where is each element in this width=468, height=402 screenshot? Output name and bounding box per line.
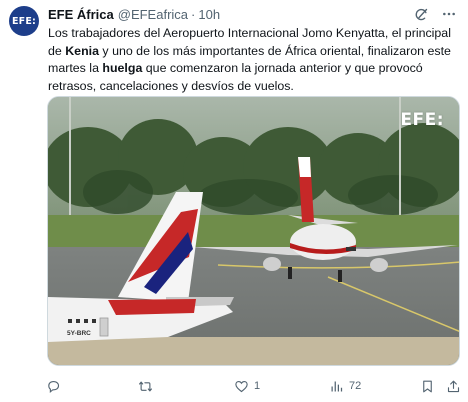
airport-photo: 5Y-BRC (48, 97, 459, 365)
tweet-text: Los trabajadores del Aeropuerto Internac… (48, 25, 460, 95)
plane-registration: 5Y-BRC (67, 330, 91, 337)
tweet-actions: 1 72 (46, 376, 460, 396)
retweet-icon (139, 381, 152, 391)
author-name[interactable]: EFE África (48, 7, 114, 22)
tweet-header: EFE África @EFEafrica · 10h (48, 6, 220, 22)
author-handle[interactable]: @EFEafrica (118, 7, 188, 22)
views-button[interactable]: 72 (329, 379, 361, 394)
reply-button[interactable] (46, 379, 66, 394)
avatar[interactable]: EFE: (9, 6, 39, 36)
tweet-photo[interactable]: 5Y-BRC EFE: (47, 96, 460, 366)
bookmark-button[interactable] (420, 379, 435, 394)
like-button[interactable]: 1 (234, 379, 260, 394)
share-button[interactable] (446, 379, 461, 394)
share-icon (447, 380, 460, 392)
more-icon[interactable] (440, 5, 458, 23)
header-actions (412, 5, 458, 23)
bookmark-icon (423, 380, 432, 392)
views-icon (331, 381, 343, 391)
efe-watermark: EFE: (400, 110, 444, 130)
views-count: 72 (349, 380, 362, 392)
timestamp[interactable]: 10h (198, 7, 220, 22)
tweet[interactable]: EFE: EFE África @EFEafrica · 10h Los tra… (0, 0, 468, 402)
separator-dot: · (191, 6, 196, 22)
retweet-button[interactable] (138, 379, 158, 394)
hashtag-kenia[interactable]: Kenia (65, 44, 99, 58)
like-count: 1 (254, 380, 261, 392)
hashtag-huelga[interactable]: huelga (102, 61, 142, 75)
grok-icon[interactable] (412, 5, 430, 23)
reply-icon (48, 380, 60, 393)
avatar-logo-text: EFE: (11, 15, 37, 27)
heart-icon (235, 380, 248, 392)
